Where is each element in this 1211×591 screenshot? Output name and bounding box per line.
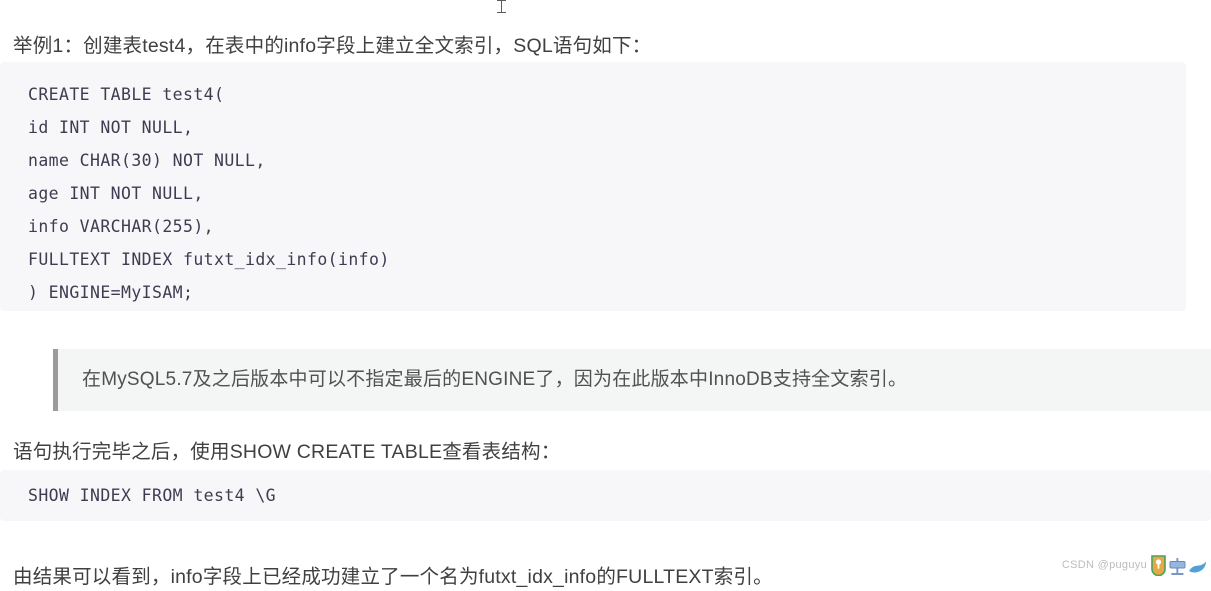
code-text-create-table: CREATE TABLE test4( id INT NOT NULL, nam…: [28, 85, 390, 302]
bird-icon: [1189, 561, 1206, 573]
shield-badge-icon: [1151, 555, 1166, 576]
code-block-create-table[interactable]: CREATE TABLE test4( id INT NOT NULL, nam…: [0, 62, 1186, 311]
code-text-show-index: SHOW INDEX FROM test4 \G: [28, 486, 277, 505]
code-block-show-index[interactable]: SHOW INDEX FROM test4 \G: [0, 470, 1211, 521]
watermark-icons: [1150, 554, 1207, 576]
mailbox-icon: [1169, 558, 1186, 575]
result-paragraph: 由结果可以看到，info字段上已经成功建立了一个名为futxt_idx_info…: [13, 565, 773, 588]
text-cursor-icon: [497, 0, 506, 13]
watermark-text: CSDN @puguyu: [1061, 559, 1147, 571]
middle-paragraph: 语句执行完毕之后，使用SHOW CREATE TABLE查看表结构：: [13, 440, 561, 463]
note-blockquote-text: 在MySQL5.7及之后版本中可以不指定最后的ENGINE了，因为在此版本中In…: [82, 369, 908, 390]
article-page: 举例1：创建表test4，在表中的info字段上建立全文索引，SQL语句如下： …: [0, 0, 1211, 588]
intro-paragraph: 举例1：创建表test4，在表中的info字段上建立全文索引，SQL语句如下：: [13, 34, 652, 57]
watermark: CSDN @puguyu: [1062, 554, 1207, 576]
note-blockquote: 在MySQL5.7及之后版本中可以不指定最后的ENGINE了，因为在此版本中In…: [53, 349, 1211, 411]
